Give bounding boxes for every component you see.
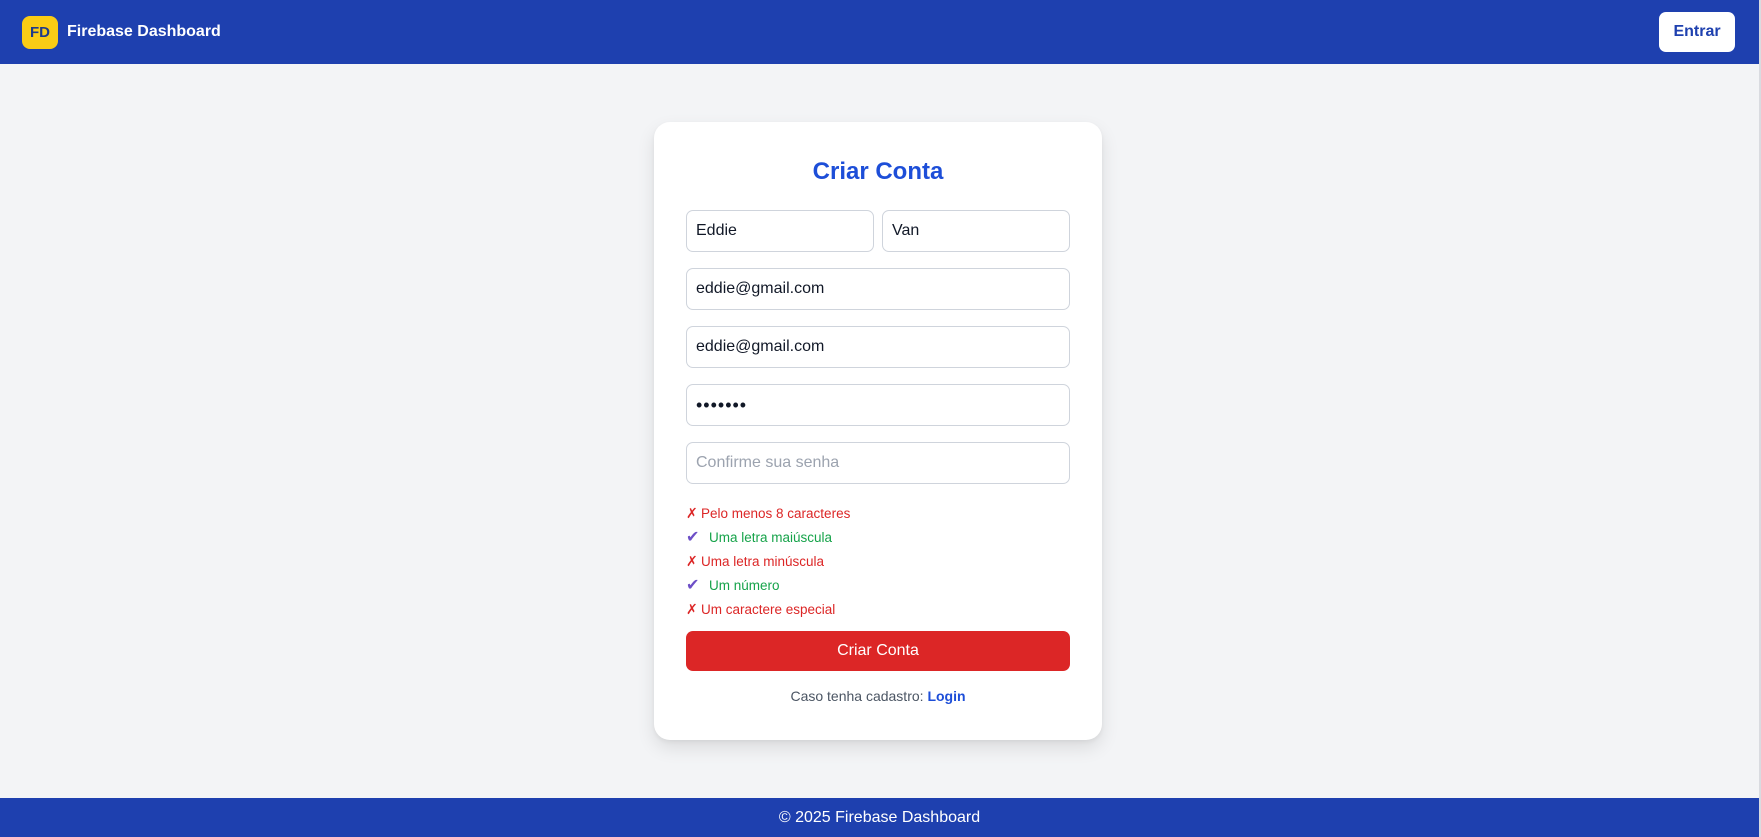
signup-card: Criar Conta ✗ Pelo menos 8 caracteres ✔ … — [654, 122, 1102, 740]
login-link[interactable]: Login — [927, 688, 965, 704]
app-name: Firebase Dashboard — [67, 23, 221, 40]
last-name-input[interactable] — [882, 210, 1070, 252]
cross-icon: ✗ — [686, 504, 698, 521]
check-icon: ✔ — [686, 577, 700, 594]
login-nav-button[interactable]: Entrar — [1659, 12, 1735, 52]
requirement-text: Uma letra minúscula — [701, 553, 825, 569]
requirement-uppercase: ✔ Uma letra maiúscula — [686, 525, 1070, 549]
form-title: Criar Conta — [812, 158, 944, 185]
requirement-special-char: ✗ Um caractere especial — [686, 597, 1070, 621]
brand[interactable]: FD Firebase Dashboard — [22, 15, 221, 49]
footer-copyright: © 2025 Firebase Dashboard — [778, 808, 981, 826]
requirement-text: Um número — [709, 577, 780, 593]
cross-icon: ✗ — [686, 600, 698, 617]
requirement-lowercase: ✗ Uma letra minúscula — [686, 549, 1070, 573]
requirement-min-length: ✗ Pelo menos 8 caracteres — [686, 501, 1070, 525]
check-icon: ✔ — [686, 529, 700, 546]
logo-badge: FD — [22, 15, 58, 49]
requirement-number: ✔ Um número — [686, 573, 1070, 597]
create-account-button[interactable]: Criar Conta — [686, 631, 1070, 671]
password-confirm-input[interactable] — [686, 442, 1070, 484]
requirement-text: Uma letra maiúscula — [709, 529, 833, 545]
email-input[interactable] — [686, 268, 1070, 310]
first-name-input[interactable] — [686, 210, 874, 252]
password-requirements: ✗ Pelo menos 8 caracteres ✔ Uma letra ma… — [686, 501, 1070, 621]
password-input[interactable] — [686, 384, 1070, 426]
top-navbar: FD Firebase Dashboard Entrar — [0, 0, 1759, 64]
page-footer: © 2025 Firebase Dashboard — [0, 798, 1759, 837]
signin-prompt-text: Caso tenha cadastro: — [790, 688, 924, 704]
email-confirm-input[interactable] — [686, 326, 1070, 368]
requirement-text: Um caractere especial — [701, 601, 836, 617]
signin-prompt: Caso tenha cadastro: Login — [654, 688, 1102, 704]
cross-icon: ✗ — [686, 552, 698, 569]
requirement-text: Pelo menos 8 caracteres — [701, 505, 851, 521]
